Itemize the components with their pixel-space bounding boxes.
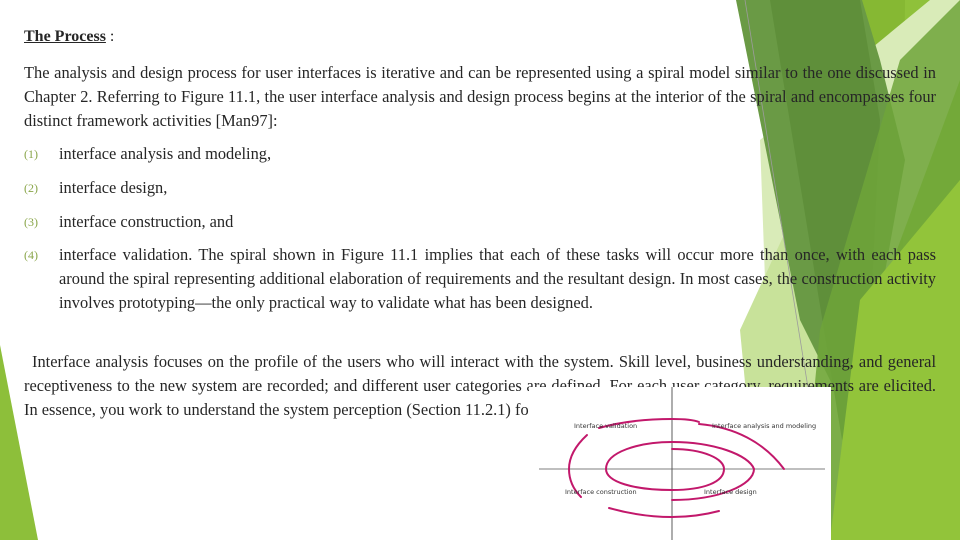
list-number: (4)	[24, 248, 38, 262]
list-text: interface analysis and modeling,	[59, 144, 272, 163]
list-text: interface construction, and	[59, 212, 234, 231]
list-text: interface design,	[59, 178, 168, 197]
label-analysis: Interface analysis and modeling	[712, 422, 816, 430]
label-design: Interface design	[704, 488, 757, 496]
spiral-path	[567, 417, 785, 519]
heading-title: The Process	[24, 28, 106, 45]
intro-paragraph: The analysis and design process for user…	[24, 63, 936, 130]
section-heading: The Process :	[24, 28, 114, 46]
list-number: (1)	[24, 147, 38, 161]
list-text: interface validation. The spiral shown i…	[59, 245, 936, 312]
label-construction: Interface construction	[565, 488, 637, 496]
spiral-model-figure: Interface validation Interface analysis …	[529, 387, 831, 540]
list-number: (3)	[24, 215, 38, 229]
list-number: (2)	[24, 181, 38, 195]
spiral-inner	[604, 440, 755, 492]
spiral-outer-bottom	[608, 507, 720, 519]
label-validation: Interface validation	[574, 422, 637, 430]
heading-suffix: :	[105, 28, 115, 45]
